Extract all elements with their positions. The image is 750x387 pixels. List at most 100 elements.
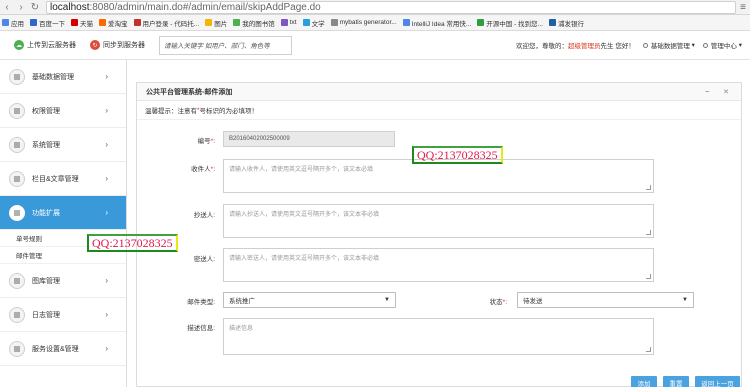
qq-watermark: QQ:2137028325 bbox=[87, 234, 178, 252]
circle-icon bbox=[642, 42, 648, 48]
resize-grip-icon[interactable] bbox=[646, 185, 651, 190]
bookmark-icon bbox=[205, 19, 213, 26]
bookmark-icon bbox=[330, 19, 338, 26]
panel-tools[interactable]: − ✕ bbox=[705, 88, 735, 96]
sidebar-item[interactable]: 基础数据管理 › bbox=[0, 60, 126, 94]
chevron-down-icon: ▼ bbox=[682, 297, 688, 303]
sidebar-item-label: 系统管理 bbox=[32, 141, 60, 149]
chevron-right-icon: › bbox=[105, 208, 108, 217]
sidebar: 基础数据管理 › 权限管理 › 系统管理 › 栏目&文章管理 › 功能扩展 › 单号规则 邮件管理 图库… bbox=[0, 60, 127, 387]
upload-cloud-label: 上传到云服务器 bbox=[27, 42, 76, 49]
cc-textarea[interactable]: 请输入抄送人，请使用英文逗号隔开多个，该文本非必填 bbox=[223, 204, 654, 238]
menu-list-icon bbox=[9, 170, 25, 187]
sidebar-item[interactable]: 图库管理 › bbox=[0, 264, 126, 298]
bookmark-icon bbox=[2, 19, 9, 26]
bookmark-item[interactable]: 应用 bbox=[2, 18, 24, 28]
cc-label-text: 抄送人 bbox=[193, 212, 214, 219]
resize-grip-icon[interactable] bbox=[646, 274, 651, 279]
status-value: 待发送 bbox=[523, 298, 543, 305]
chevron-right-icon: › bbox=[105, 140, 108, 149]
address-field[interactable]: localhost:8080/admin/main.do#/admin/emai… bbox=[46, 0, 736, 14]
bookmark-icon bbox=[71, 19, 78, 26]
browser-menu-icon[interactable]: ≡ bbox=[736, 2, 750, 13]
bcc-textarea[interactable]: 请输入密送人，请使用英文逗号隔开多个，该文本非必填 bbox=[223, 248, 654, 282]
bookmark-item[interactable]: 百度一下 bbox=[30, 18, 65, 28]
back-button[interactable]: 返回上一页 bbox=[695, 376, 740, 387]
mail-type-select[interactable]: 系统推广 ▼ bbox=[223, 292, 396, 308]
bookmark-item[interactable]: txt bbox=[280, 19, 297, 26]
welcome-prefix: 欢迎您，尊敬的： bbox=[516, 43, 569, 50]
bookmark-label: 开源中国 - 找到您... bbox=[486, 20, 543, 28]
chevron-right-icon: › bbox=[105, 344, 108, 353]
bookmark-item[interactable]: 浦发银行 bbox=[548, 18, 584, 28]
bookmark-label: 用户登录 - 代码托... bbox=[142, 20, 200, 28]
reset-button[interactable]: 重置 bbox=[663, 376, 689, 387]
bookmark-icon bbox=[402, 19, 410, 26]
sidebar-item[interactable]: 系统管理 › bbox=[0, 128, 126, 162]
bookmark-icon bbox=[302, 19, 310, 26]
bcc-label-text: 密送人 bbox=[193, 256, 214, 263]
menu-list-icon bbox=[9, 68, 25, 85]
bookmark-icon bbox=[30, 19, 37, 26]
menu-list-icon bbox=[9, 136, 25, 153]
bookmark-item[interactable]: 爱淘宝 bbox=[99, 18, 128, 28]
bookmark-icon bbox=[133, 19, 141, 26]
tip-suffix: 号标识的为必填项！ bbox=[199, 108, 259, 115]
sidebar-item[interactable]: 功能扩展 › bbox=[0, 196, 126, 230]
qq-watermark: QQ:2137028325 bbox=[412, 146, 503, 164]
welcome-suffix: 先生 您好！ bbox=[600, 43, 635, 50]
bookmark-item[interactable]: 文学 bbox=[302, 18, 325, 28]
bcc-placeholder: 请输入密送人，请使用英文逗号隔开多个，该文本非必填 bbox=[229, 256, 380, 262]
description-textarea[interactable]: 描述信息 bbox=[223, 318, 654, 355]
status-select[interactable]: 待发送 ▼ bbox=[517, 292, 694, 308]
bookmark-item[interactable]: mybatis generator... bbox=[330, 19, 397, 26]
upload-cloud-button[interactable]: ☁ 上传到云服务器 bbox=[14, 40, 76, 50]
bookmark-item[interactable]: 图片 bbox=[205, 18, 227, 28]
welcome-text: 欢迎您，尊敬的：超级管理员先生 您好！ bbox=[516, 40, 635, 50]
number-field: B20160402002500009 bbox=[223, 131, 395, 147]
add-button[interactable]: 添加 bbox=[631, 376, 657, 387]
sidebar-item-label: 日志管理 bbox=[32, 311, 60, 319]
recipient-placeholder: 请输入收件人，请使用英文逗号隔开多个，该文本必填 bbox=[229, 167, 374, 173]
bookmark-item[interactable]: 我的图书馆 bbox=[233, 18, 275, 28]
bookmark-label: 天猫 bbox=[80, 20, 93, 28]
sidebar-item-label: 服务设置&管理 bbox=[32, 345, 79, 353]
bookmark-item[interactable]: 用户登录 - 代码托... bbox=[133, 18, 200, 28]
cc-placeholder: 请输入抄送人，请使用英文逗号隔开多个，该文本非必填 bbox=[229, 212, 380, 218]
back-icon[interactable]: ‹ bbox=[0, 0, 14, 14]
panel-title: 公共平台管理系统-邮件添加 bbox=[146, 88, 233, 96]
chevron-right-icon: › bbox=[105, 174, 108, 183]
sidebar-item-label: 权限管理 bbox=[32, 107, 60, 115]
bookmark-icon bbox=[99, 19, 106, 26]
sync-server-label: 同步到服务器 bbox=[103, 42, 145, 49]
sidebar-item[interactable]: 日志管理 › bbox=[0, 298, 126, 332]
sync-server-button[interactable]: ↻ 同步到服务器 bbox=[90, 40, 145, 50]
url-path: :8080/admin/main.do#/admin/email/skipAdd… bbox=[89, 1, 321, 13]
bookmark-item[interactable]: 天猫 bbox=[71, 18, 93, 28]
sidebar-item[interactable]: 服务设置&管理 › bbox=[0, 332, 126, 366]
basic-data-menu[interactable]: 基础数据管理 ▾ bbox=[642, 40, 695, 50]
sidebar-item[interactable]: 权限管理 › bbox=[0, 94, 126, 128]
panel-header: 公共平台管理系统-邮件添加 − ✕ bbox=[137, 83, 741, 101]
status-label: 状态*: bbox=[489, 299, 507, 306]
admin-center-menu-label: 管理中心 bbox=[710, 43, 737, 50]
tip-prefix: 温馨提示：注意有 bbox=[145, 108, 197, 115]
global-search-input[interactable]: 请输入关键字 如用户、部门、角色等 bbox=[159, 35, 292, 55]
browser-url-bar: ‹ › ↻ localhost:8080/admin/main.do#/admi… bbox=[0, 0, 750, 15]
recipient-textarea[interactable]: 请输入收件人，请使用英文逗号隔开多个，该文本必填 bbox=[223, 159, 654, 193]
resize-grip-icon[interactable] bbox=[646, 230, 651, 235]
chevron-right-icon: › bbox=[105, 310, 108, 319]
reload-icon[interactable]: ↻ bbox=[28, 0, 42, 14]
admin-center-menu[interactable]: 管理中心 ▾ bbox=[702, 40, 742, 50]
welcome-user[interactable]: 超级管理员 bbox=[568, 43, 601, 50]
sidebar-item[interactable]: 栏目&文章管理 › bbox=[0, 162, 126, 196]
resize-grip-icon[interactable] bbox=[646, 347, 651, 352]
menu-list-icon bbox=[9, 340, 25, 357]
description-label: 描述信息: bbox=[187, 325, 215, 332]
number-label-text: 编号 bbox=[197, 138, 211, 145]
forward-icon[interactable]: › bbox=[14, 0, 28, 14]
bookmark-item[interactable]: 开源中国 - 找到您... bbox=[477, 18, 543, 28]
circle-icon bbox=[702, 42, 708, 48]
required-tip: 温馨提示：注意有 * 号标识的为必填项！ bbox=[137, 101, 741, 120]
bookmark-item[interactable]: IntelliJ Idea 常用快... bbox=[402, 18, 471, 28]
